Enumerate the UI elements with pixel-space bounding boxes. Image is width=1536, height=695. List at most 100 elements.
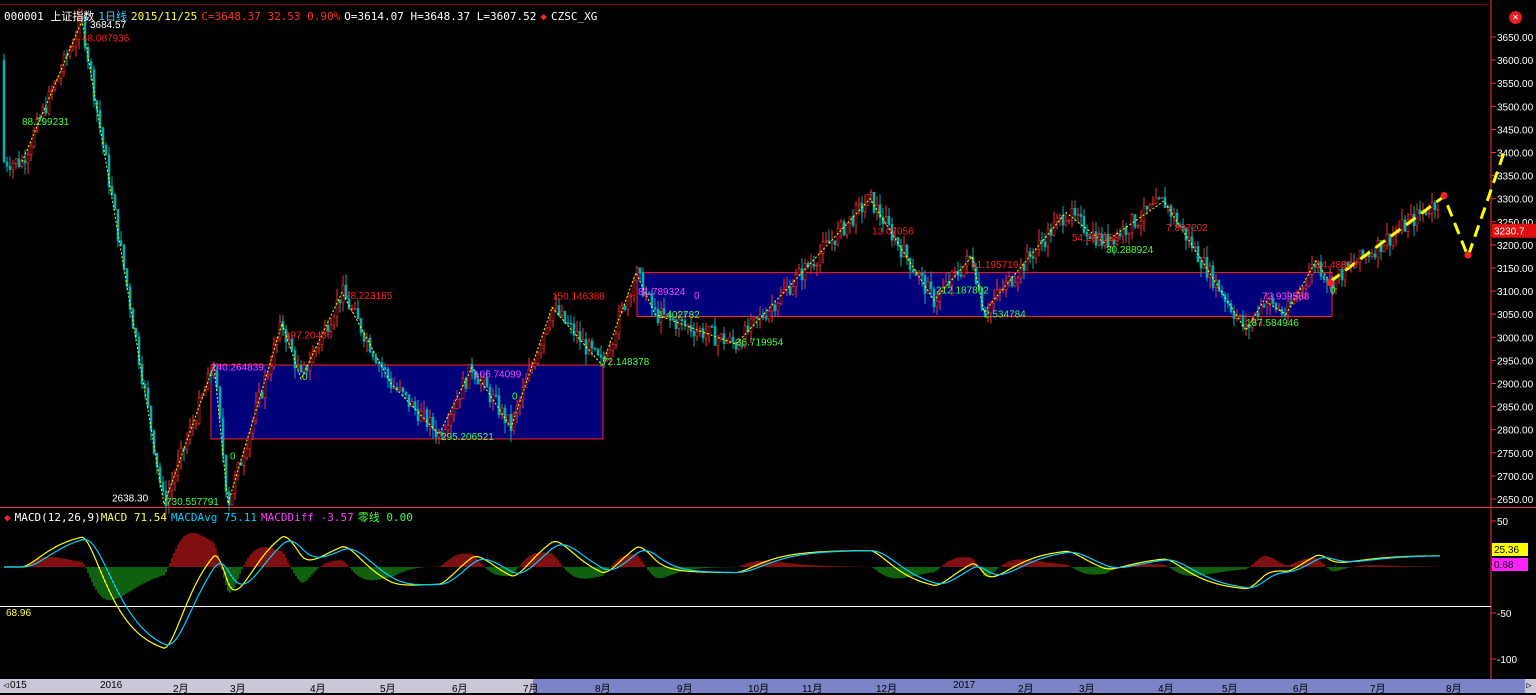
candle-body <box>797 268 801 275</box>
candle-body <box>359 318 363 333</box>
candle-body <box>920 272 924 276</box>
candle-body <box>896 237 900 246</box>
price-tick-label: 2850.00 <box>1497 403 1534 414</box>
zigzag-value-label: 14.48873 <box>1316 260 1358 271</box>
candle-body <box>1436 208 1440 211</box>
candle-body <box>467 363 471 389</box>
zigzag-value-label: 73.939588 <box>1262 291 1310 302</box>
price-tick-label: 2800.00 <box>1497 426 1534 437</box>
candle-body <box>1013 282 1017 287</box>
zigzag-value-label: 36.719954 <box>736 338 784 349</box>
candle-body <box>1061 215 1065 226</box>
candle-body <box>1034 248 1038 259</box>
price-tick-label: 2750.00 <box>1497 449 1534 460</box>
candle-body <box>1304 285 1308 289</box>
time-axis-label: 015 <box>10 680 27 691</box>
candle-body <box>1301 287 1305 290</box>
candle-body <box>962 265 966 277</box>
candle-body <box>614 333 618 345</box>
candle-body <box>686 324 690 327</box>
candle-body <box>341 284 345 304</box>
candle-body <box>17 158 21 167</box>
candle-body <box>728 336 732 342</box>
candle-body <box>1124 226 1128 235</box>
candle-body <box>1139 220 1143 226</box>
candle-body <box>587 340 591 355</box>
candle-body <box>929 281 933 290</box>
candle-body <box>1259 304 1263 318</box>
candle-body <box>554 305 558 309</box>
candle-body <box>638 267 642 273</box>
candle-body <box>773 304 777 312</box>
candle-body <box>104 144 108 156</box>
candle-body <box>308 362 312 372</box>
candle-body <box>311 351 315 364</box>
candle-body <box>1190 236 1194 249</box>
macd-header: ◆ MACD(12,26,9)MACD 71.54 MACDAvg 75.11 MAC… <box>4 509 417 525</box>
candle-body <box>182 447 186 451</box>
candle-body <box>1172 212 1176 217</box>
candle-body <box>98 110 102 129</box>
candle-body <box>1049 228 1053 236</box>
candle-body <box>815 264 819 267</box>
scroll-right-icon[interactable]: ▷ <box>1524 680 1534 692</box>
zigzag-value-label: 0 <box>1330 285 1336 296</box>
candle-body <box>230 493 234 506</box>
candle-body <box>1232 311 1236 319</box>
chart-header: 000001 上证指数 1日线 2015/11/25 C=3648.37 32.53 … <box>4 8 601 24</box>
zigzag-value-label: 2638.30 <box>112 493 149 504</box>
zigzag-value-label: 7.807202 <box>1166 223 1208 234</box>
price-tick-label: 3450.00 <box>1497 125 1534 136</box>
candle-body <box>8 166 12 170</box>
candle-body <box>566 322 570 324</box>
price-chart[interactable]: 2650.00 2700.00 2750.00 2800.00 2850.00 2900.… <box>0 0 1536 693</box>
macd-tick-label: -50 <box>1497 609 1512 620</box>
candle-body <box>1433 202 1437 210</box>
macd-name[interactable]: MACD(12,26,9) <box>15 511 101 524</box>
candle-body <box>845 223 849 236</box>
zigzag-value-label: 0 <box>512 392 518 403</box>
candle-body <box>863 205 867 213</box>
candle-body <box>902 244 906 258</box>
candle-body <box>707 325 711 334</box>
scroll-left-icon[interactable]: ◁ <box>1 680 11 692</box>
price-tick-label: 2900.00 <box>1497 380 1534 391</box>
zigzag-value-label: 1.402782 <box>658 310 700 321</box>
candle-body <box>545 327 549 334</box>
candle-body <box>455 399 459 409</box>
candle-body <box>314 347 318 352</box>
candle-body <box>1310 264 1314 275</box>
candle-body <box>866 194 870 206</box>
candle-body <box>1358 249 1362 263</box>
candle-body <box>1058 215 1062 219</box>
candle-body <box>1145 205 1149 210</box>
price-tick-label: 3150.00 <box>1497 264 1534 275</box>
chart-stage[interactable]: 2650.00 2700.00 2750.00 2800.00 2850.00 2900.… <box>0 0 1536 695</box>
zigzag-value-label: 240.264839 <box>211 363 264 374</box>
macd-diff-value: MACDDiff -3.57 <box>261 511 354 524</box>
candle-body <box>1202 257 1206 269</box>
period-label[interactable]: 1日线 <box>98 10 127 23</box>
candle-body <box>593 347 597 350</box>
candle-body <box>755 316 759 319</box>
candle-body <box>1055 217 1059 223</box>
close-icon[interactable]: ✕ <box>1509 11 1522 24</box>
candle-body <box>161 481 165 492</box>
candle-body <box>611 344 615 351</box>
indicator-label[interactable]: CZSC_XG <box>551 10 597 23</box>
candle-body <box>1073 208 1077 216</box>
candle-body <box>794 274 798 288</box>
zigzag-value-label: 48.087936 <box>82 34 130 45</box>
candle-body <box>1430 202 1434 214</box>
candle-body <box>764 317 768 320</box>
candle-body <box>356 308 360 320</box>
candle-body <box>617 311 621 335</box>
candle-body <box>818 253 822 266</box>
candle-body <box>716 337 720 346</box>
candle-body <box>1157 197 1161 200</box>
candle-body <box>1370 253 1374 258</box>
candle-body <box>935 300 939 308</box>
zigzag-value-label: 212.187802 <box>936 285 989 296</box>
candle-body <box>836 228 840 245</box>
candle-body <box>1151 203 1155 206</box>
